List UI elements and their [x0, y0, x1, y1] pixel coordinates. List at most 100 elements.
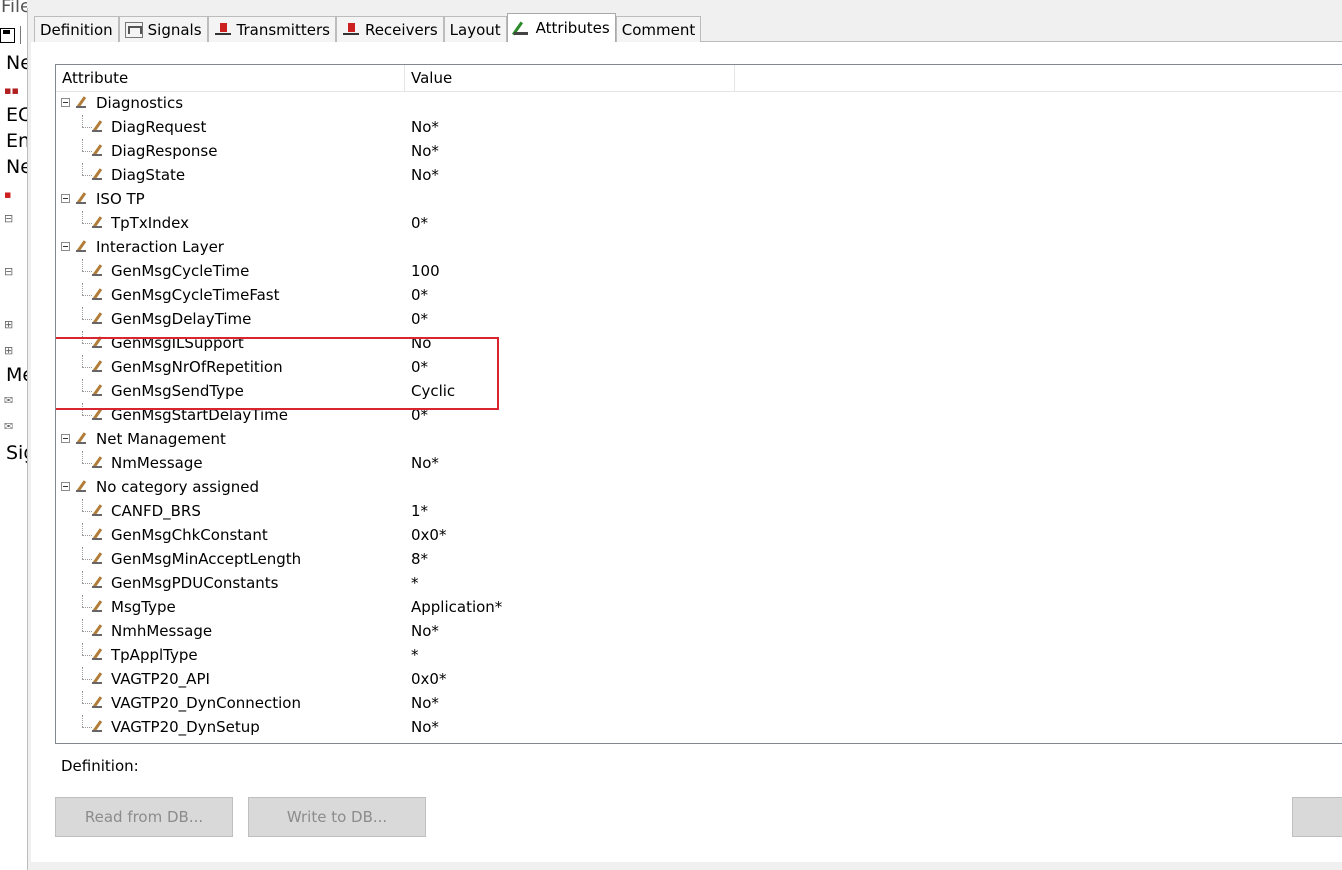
category-row[interactable]: Interaction Layer: [56, 235, 1342, 259]
attribute-name: VAGTP20_DynSetup: [111, 718, 260, 736]
attributes-panel: Attribute Value Diagnostics DiagRequest No…: [31, 42, 1342, 862]
attribute-value[interactable]: No*: [411, 163, 439, 187]
tab-receivers[interactable]: Receivers: [335, 16, 444, 42]
attribute-row[interactable]: DiagState No*: [56, 163, 1342, 187]
attribute-value[interactable]: 8*: [411, 547, 428, 571]
tab-transmitters[interactable]: Transmitters: [207, 16, 336, 42]
attribute-name: DiagResponse: [111, 142, 218, 160]
attribute-value[interactable]: 0x0*: [411, 523, 446, 547]
tree-connector: [82, 511, 92, 512]
tree-connector: [82, 583, 92, 584]
tab-label: Transmitters: [236, 20, 330, 39]
signal-icon: [124, 21, 143, 38]
tab-signals[interactable]: Signals: [118, 16, 208, 42]
definition-label: Definition:: [61, 757, 139, 775]
tab-layout[interactable]: Layout: [443, 16, 507, 42]
attribute-value[interactable]: *: [411, 643, 419, 667]
category-name: No category assigned: [96, 478, 259, 496]
attribute-name: NmMessage: [111, 454, 203, 472]
collapse-icon[interactable]: [61, 242, 70, 251]
attribute-row[interactable]: GenMsgMinAcceptLength 8*: [56, 547, 1342, 571]
column-header-value[interactable]: Value: [405, 65, 735, 91]
tree-connector: [82, 703, 92, 704]
attribute-name: GenMsgDelayTime: [111, 310, 252, 328]
tab-definition[interactable]: Definition: [34, 16, 119, 42]
attribute-value[interactable]: No*: [411, 715, 439, 739]
attribute-value[interactable]: No*: [411, 451, 439, 475]
attribute-row[interactable]: NmMessage No*: [56, 451, 1342, 475]
collapse-icon[interactable]: [61, 434, 70, 443]
tree-item-messages[interactable]: Me: [6, 364, 27, 386]
edit-attribute-icon: [92, 456, 103, 469]
tree-item-nodes[interactable]: Ne: [6, 156, 27, 178]
attribute-row[interactable]: DiagResponse No*: [56, 139, 1342, 163]
tab-label: Layout: [449, 20, 501, 39]
tree-item-signals[interactable]: Sig: [6, 442, 27, 464]
attribute-value[interactable]: No*: [411, 139, 439, 163]
attribute-row[interactable]: NmhMessage No*: [56, 619, 1342, 643]
tree-item-environment[interactable]: En: [6, 130, 27, 152]
edit-attribute-icon: [76, 192, 87, 205]
tab-attributes[interactable]: Attributes: [506, 13, 616, 42]
expand-icon[interactable]: ⊞: [4, 344, 13, 357]
tab-comment[interactable]: Comment: [615, 16, 702, 42]
attribute-row[interactable]: VAGTP20_DynConnection No*: [56, 691, 1342, 715]
tree-connector: [82, 211, 83, 223]
edit-attribute-icon: [92, 120, 103, 133]
attribute-name: VAGTP20_DynConnection: [111, 694, 301, 712]
save-icon[interactable]: [0, 28, 15, 43]
edit-attribute-icon: [92, 696, 103, 709]
attribute-row[interactable]: GenMsgPDUConstants *: [56, 571, 1342, 595]
category-row[interactable]: Net Management: [56, 427, 1342, 451]
attribute-row[interactable]: DiagRequest No*: [56, 115, 1342, 139]
attribute-value[interactable]: 0x0*: [411, 667, 446, 691]
attribute-row[interactable]: VAGTP20_API 0x0*: [56, 667, 1342, 691]
attribute-row[interactable]: CANFD_BRS 1*: [56, 499, 1342, 523]
attribute-name: NmhMessage: [111, 622, 213, 640]
collapse-icon[interactable]: [61, 98, 70, 107]
collapse-icon[interactable]: ⊟: [4, 265, 13, 278]
attribute-value[interactable]: No*: [411, 619, 439, 643]
attribute-value[interactable]: 0*: [411, 211, 428, 235]
attribute-rows: Diagnostics DiagRequest No* DiagResponse No*…: [56, 91, 1342, 739]
attribute-row[interactable]: GenMsgCycleTimeFast 0*: [56, 283, 1342, 307]
menu-file[interactable]: File: [1, 0, 27, 17]
category-row[interactable]: Diagnostics: [56, 91, 1342, 115]
attribute-value[interactable]: 0*: [411, 307, 428, 331]
category-row[interactable]: ISO TP: [56, 187, 1342, 211]
expand-icon[interactable]: ⊞: [4, 318, 13, 331]
write-to-db-button[interactable]: Write to DB...: [248, 797, 426, 837]
attribute-row[interactable]: MsgType Application*: [56, 595, 1342, 619]
attribute-row[interactable]: TpApplType *: [56, 643, 1342, 667]
tree-item-ecus[interactable]: EC: [6, 104, 27, 126]
right-button[interactable]: [1292, 797, 1342, 837]
background-window: File Ne ▪▪ EC En Ne ▪ ⊟ ⊟ ⊞ ⊞ Me ✉ ✉ Sig: [0, 0, 27, 870]
attribute-value[interactable]: 0*: [411, 283, 428, 307]
attribute-row[interactable]: VAGTP20_DynSetup No*: [56, 715, 1342, 739]
category-name: Net Management: [96, 430, 226, 448]
attribute-row[interactable]: GenMsgChkConstant 0x0*: [56, 523, 1342, 547]
toolbar-separator: [20, 26, 21, 44]
tree-connector: [82, 451, 83, 463]
collapse-icon[interactable]: [61, 482, 70, 491]
attribute-value[interactable]: 1*: [411, 499, 428, 523]
attribute-value[interactable]: No*: [411, 115, 439, 139]
tree-item-networks[interactable]: Ne: [6, 52, 27, 74]
attribute-row[interactable]: GenMsgDelayTime 0*: [56, 307, 1342, 331]
network-node-icon: ▪▪: [4, 84, 19, 97]
collapse-icon[interactable]: ⊟: [4, 212, 13, 225]
read-from-db-button[interactable]: Read from DB...: [55, 797, 233, 837]
attribute-value[interactable]: 100: [411, 259, 440, 283]
attribute-value[interactable]: No*: [411, 691, 439, 715]
category-row[interactable]: No category assigned: [56, 475, 1342, 499]
attribute-table[interactable]: Attribute Value Diagnostics DiagRequest No…: [55, 64, 1342, 744]
column-header-attribute[interactable]: Attribute: [56, 65, 405, 91]
attribute-value[interactable]: *: [411, 571, 419, 595]
tree-connector: [82, 319, 92, 320]
tree-connector: [82, 559, 92, 560]
tree-connector: [82, 643, 83, 655]
attribute-row[interactable]: GenMsgCycleTime 100: [56, 259, 1342, 283]
attribute-value[interactable]: Application*: [411, 595, 502, 619]
collapse-icon[interactable]: [61, 194, 70, 203]
attribute-row[interactable]: TpTxIndex 0*: [56, 211, 1342, 235]
